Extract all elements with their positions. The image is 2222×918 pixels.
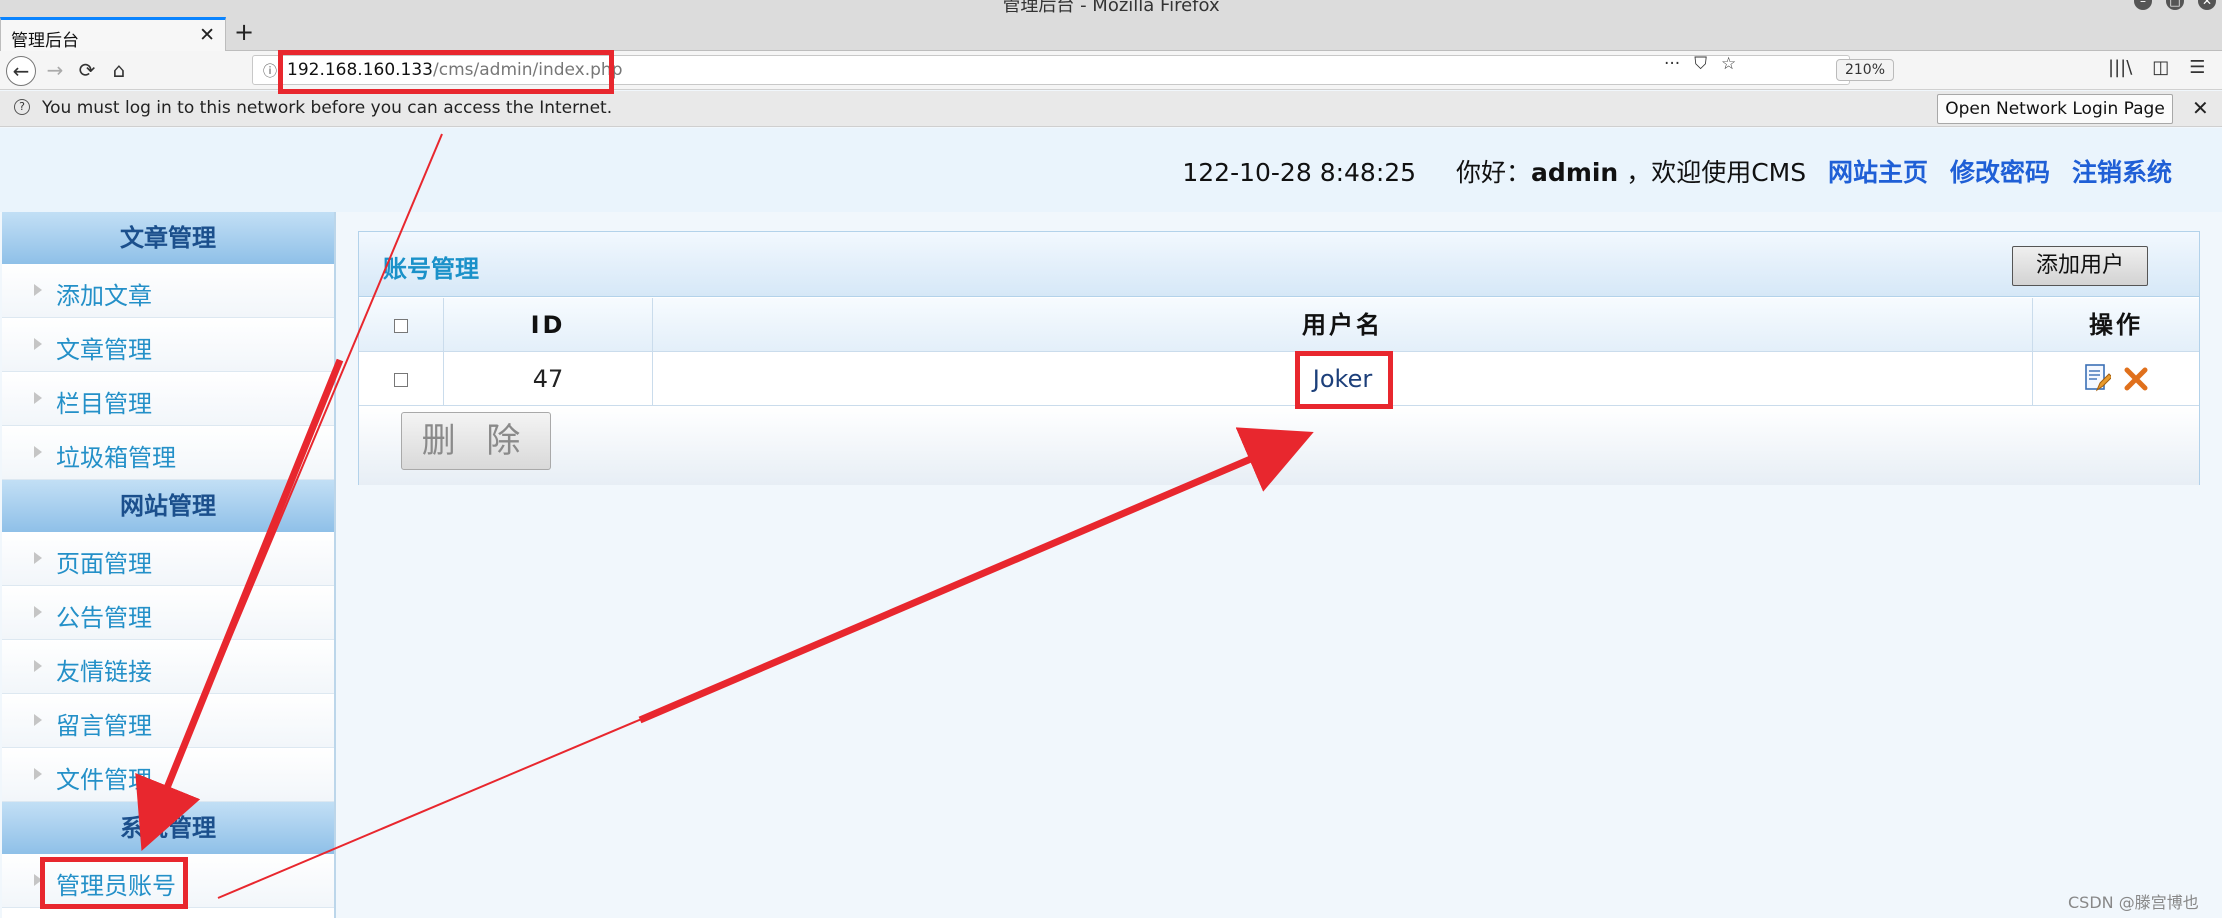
- new-tab-icon[interactable]: +: [234, 18, 254, 46]
- pocket-icon[interactable]: ⛉: [1694, 54, 1707, 74]
- question-icon: ?: [14, 99, 30, 115]
- sidebar-item-article-manage[interactable]: 文章管理: [2, 318, 334, 372]
- arrow-right-icon: [34, 660, 42, 672]
- greeting-prefix: 你好：: [1456, 158, 1532, 187]
- open-network-login-button[interactable]: Open Network Login Page: [1937, 94, 2173, 124]
- row-username-cell: Joker: [653, 352, 2033, 406]
- captive-portal-notification: ? You must log in to this network before…: [0, 91, 2222, 127]
- url-text[interactable]: 192.168.160.133/cms/admin/index.php: [287, 60, 623, 80]
- table-header-row: ID 用户名 操作: [359, 298, 2199, 352]
- maximize-icon[interactable]: □: [2166, 0, 2184, 10]
- tab-title: 管理后台: [11, 31, 79, 51]
- close-window-icon[interactable]: ✕: [2198, 0, 2216, 10]
- url-bar[interactable]: ⓘ 192.168.160.133/cms/admin/index.php 21…: [252, 55, 1894, 85]
- tab-bar: 管理后台 ✕ +: [0, 14, 2222, 51]
- delete-button[interactable]: 删 除: [401, 412, 551, 470]
- arrow-sidebar-to-username: [217, 444, 1291, 899]
- sidebar-group-site[interactable]: 网站管理: [2, 480, 334, 532]
- sidebar-item-label: 文章管理: [56, 336, 152, 364]
- sidebar-item-label: 文件管理: [56, 766, 152, 794]
- arrow-right-icon: [34, 392, 42, 404]
- sidebar-item-label: 页面管理: [56, 550, 152, 578]
- site-home-link[interactable]: 网站主页: [1828, 158, 1928, 187]
- add-user-button[interactable]: 添加用户: [2012, 246, 2148, 286]
- header-datetime: 122-10-28 8:48:25: [1182, 158, 1417, 187]
- panel-title: 账号管理: [383, 255, 479, 283]
- logout-link[interactable]: 注销系统: [2072, 158, 2172, 187]
- table-row: 47 Joker: [359, 352, 2199, 406]
- sidebar-item-label: 添加文章: [56, 282, 152, 310]
- sidebar-item-pages[interactable]: 页面管理: [2, 532, 334, 586]
- panel-header: 账号管理 添加用户: [359, 232, 2199, 297]
- arrow-right-icon: [34, 338, 42, 350]
- sidebar-toggle-icon[interactable]: ◫: [2152, 57, 2169, 78]
- row-actions-cell: [2033, 352, 2199, 406]
- notification-close-icon[interactable]: ✕: [2192, 96, 2209, 120]
- notification-text: You must log in to this network before y…: [42, 98, 613, 118]
- sidebar-item-label: 友情链接: [56, 658, 152, 686]
- arrow-right-icon: [34, 874, 42, 886]
- cms-header: 122-10-28 8:48:25 你好：admin ，欢迎使用CMS 网站主页…: [0, 128, 2222, 212]
- sidebar-item-label: 管理员账号: [56, 872, 176, 900]
- tab-close-icon[interactable]: ✕: [199, 24, 215, 46]
- sidebar-group-system[interactable]: 系统管理: [2, 802, 334, 854]
- sidebar-item-admin-accounts[interactable]: 管理员账号: [2, 854, 334, 908]
- column-header-actions: 操作: [2089, 311, 2143, 339]
- header-checkbox-cell: [359, 298, 444, 352]
- browser-tab[interactable]: 管理后台 ✕: [0, 17, 226, 51]
- sidebar-item-trash[interactable]: 垃圾箱管理: [2, 426, 334, 480]
- change-password-link[interactable]: 修改密码: [1950, 158, 2050, 187]
- zoom-level-badge[interactable]: 210%: [1836, 59, 1894, 81]
- url-path: /cms/admin/index.php: [433, 60, 623, 80]
- select-all-checkbox[interactable]: [394, 319, 408, 333]
- page-actions-icon[interactable]: ···: [1664, 54, 1680, 74]
- column-header-username: 用户名: [653, 298, 2033, 352]
- edit-icon[interactable]: [2085, 364, 2111, 394]
- sidebar-item-notices[interactable]: 公告管理: [2, 586, 334, 640]
- minimize-icon[interactable]: –: [2134, 0, 2152, 10]
- sidebar-item-label: 公告管理: [56, 604, 152, 632]
- arrow-right-icon: [34, 714, 42, 726]
- panel-footer: 删 除: [359, 407, 2199, 485]
- navigation-toolbar: ← → ⟳ ⌂ ⓘ 192.168.160.133/cms/admin/inde…: [0, 51, 2222, 90]
- watermark: CSDN @滕宫博也: [2068, 893, 2199, 912]
- row-select-checkbox[interactable]: [394, 373, 408, 387]
- sidebar-item-label: 垃圾箱管理: [56, 444, 176, 472]
- arrow-right-icon: [34, 446, 42, 458]
- sidebar-item-add-article[interactable]: 添加文章: [2, 264, 334, 318]
- menu-icon[interactable]: ☰: [2189, 57, 2205, 78]
- header-username: admin: [1531, 158, 1619, 187]
- forward-icon[interactable]: →: [40, 56, 70, 86]
- account-management-panel: 账号管理 添加用户 ID 用户名 操作 47 Joker 删 除: [358, 231, 2200, 485]
- greeting-suffix: ，欢迎使用CMS: [1626, 158, 1807, 187]
- sidebar-item-links[interactable]: 友情链接: [2, 640, 334, 694]
- arrow-right-icon: [34, 284, 42, 296]
- sidebar-group-articles[interactable]: 文章管理: [2, 212, 334, 264]
- bookmark-star-icon[interactable]: ☆: [1721, 54, 1736, 74]
- back-icon[interactable]: ←: [6, 56, 36, 86]
- sidebar-item-messages[interactable]: 留言管理: [2, 694, 334, 748]
- row-username[interactable]: Joker: [1313, 365, 1372, 393]
- row-checkbox-cell: [359, 352, 444, 406]
- window-titlebar: 管理后台 - Mozilla Firefox – □ ✕: [0, 0, 2222, 16]
- arrow-right-icon: [34, 552, 42, 564]
- reload-icon[interactable]: ⟳: [72, 56, 102, 86]
- library-icon[interactable]: |||\: [2108, 57, 2132, 78]
- sidebar-item-column-manage[interactable]: 栏目管理: [2, 372, 334, 426]
- column-header-id: ID: [444, 298, 653, 352]
- header-info: 122-10-28 8:48:25 你好：admin ，欢迎使用CMS 网站主页…: [1182, 153, 2172, 189]
- arrow-right-icon: [34, 768, 42, 780]
- row-id: 47: [444, 352, 653, 406]
- arrow-right-icon: [34, 606, 42, 618]
- home-icon[interactable]: ⌂: [104, 56, 134, 86]
- sidebar-item-label: 留言管理: [56, 712, 152, 740]
- delete-icon[interactable]: [2123, 366, 2149, 392]
- sidebar-item-label: 栏目管理: [56, 390, 152, 418]
- sidebar-item-files[interactable]: 文件管理: [2, 748, 334, 802]
- sidebar: 文章管理 添加文章 文章管理 栏目管理 垃圾箱管理 网站管理 页面管理 公告管理…: [2, 212, 336, 918]
- url-host: 192.168.160.133: [287, 60, 434, 80]
- info-icon[interactable]: ⓘ: [263, 61, 277, 81]
